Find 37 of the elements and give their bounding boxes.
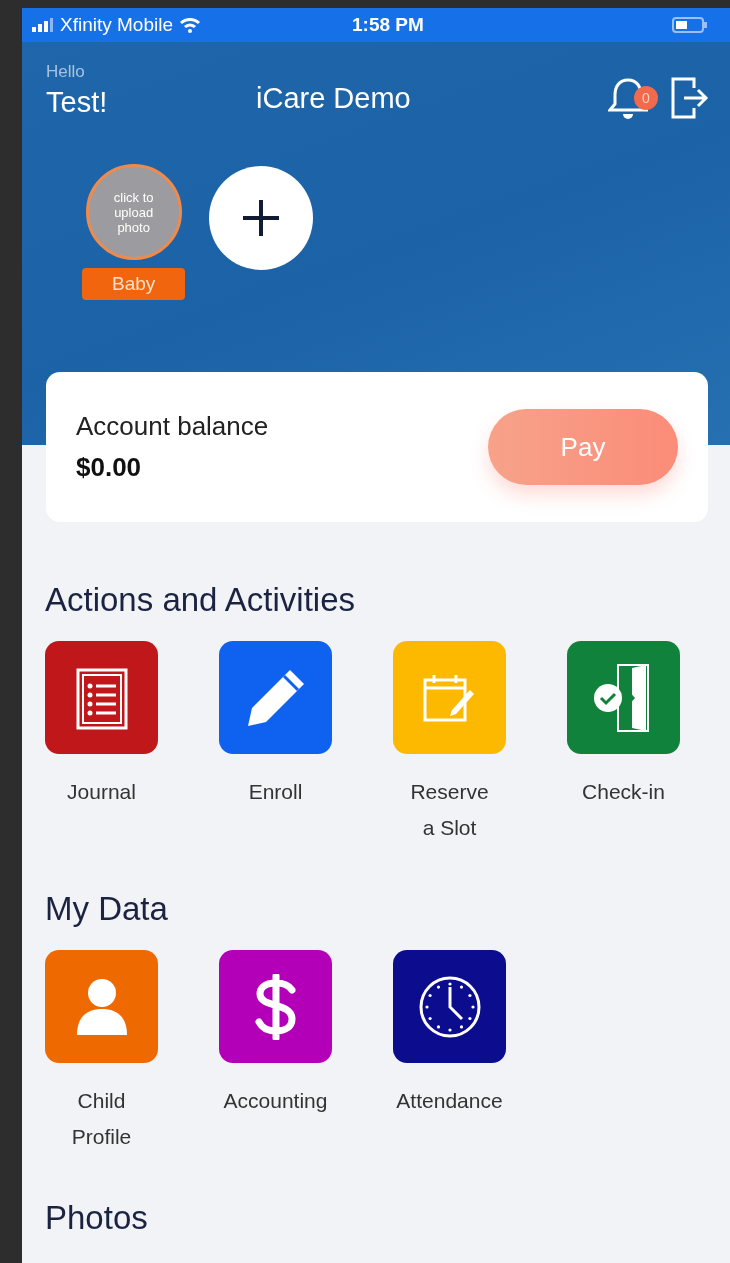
logout-icon[interactable] [670,76,710,120]
wifi-icon [179,17,201,33]
signal-icon [32,18,54,32]
action-tile[interactable] [567,641,680,754]
action-tile[interactable] [393,641,506,754]
section-title: Photos [45,1199,149,1237]
action-tile[interactable] [219,950,332,1063]
upload-photo-avatar[interactable]: click to upload photo [85,164,182,260]
action-label: Check-in [581,779,666,805]
bell-icon[interactable] [608,76,648,120]
section-title: Actions and Activities [45,581,356,619]
dollar-icon [253,973,298,1040]
action-tile[interactable] [393,950,506,1063]
clock-icon [417,974,482,1039]
action-tile[interactable] [219,641,332,754]
action-tile[interactable] [45,641,158,754]
user-name: Test! [46,86,109,119]
greeting-text: Hello [46,62,86,82]
child-name-tag[interactable]: Baby [82,268,186,300]
pay-button[interactable]: Pay [488,409,678,485]
plus-icon [241,198,282,238]
person-icon [74,976,129,1037]
action-tile[interactable] [45,950,158,1063]
section-title: My Data [45,890,169,928]
balance-label: Account balance [76,411,270,442]
balance-amount: $0.00 [76,452,143,483]
status-time: 1:58 PM [352,14,425,36]
action-label: Reserve a Slot [409,779,490,841]
action-label: Journal [66,779,137,805]
battery-icon [672,17,708,33]
notification-badge: 0 [634,86,658,110]
action-label: Child Profile [70,1088,133,1150]
carrier-name: Xfinity Mobile [60,14,173,36]
action-label: Accounting [222,1088,329,1114]
action-label: Enroll [247,779,304,805]
app-title: iCare Demo [256,82,412,115]
action-label: Attendance [395,1088,504,1114]
